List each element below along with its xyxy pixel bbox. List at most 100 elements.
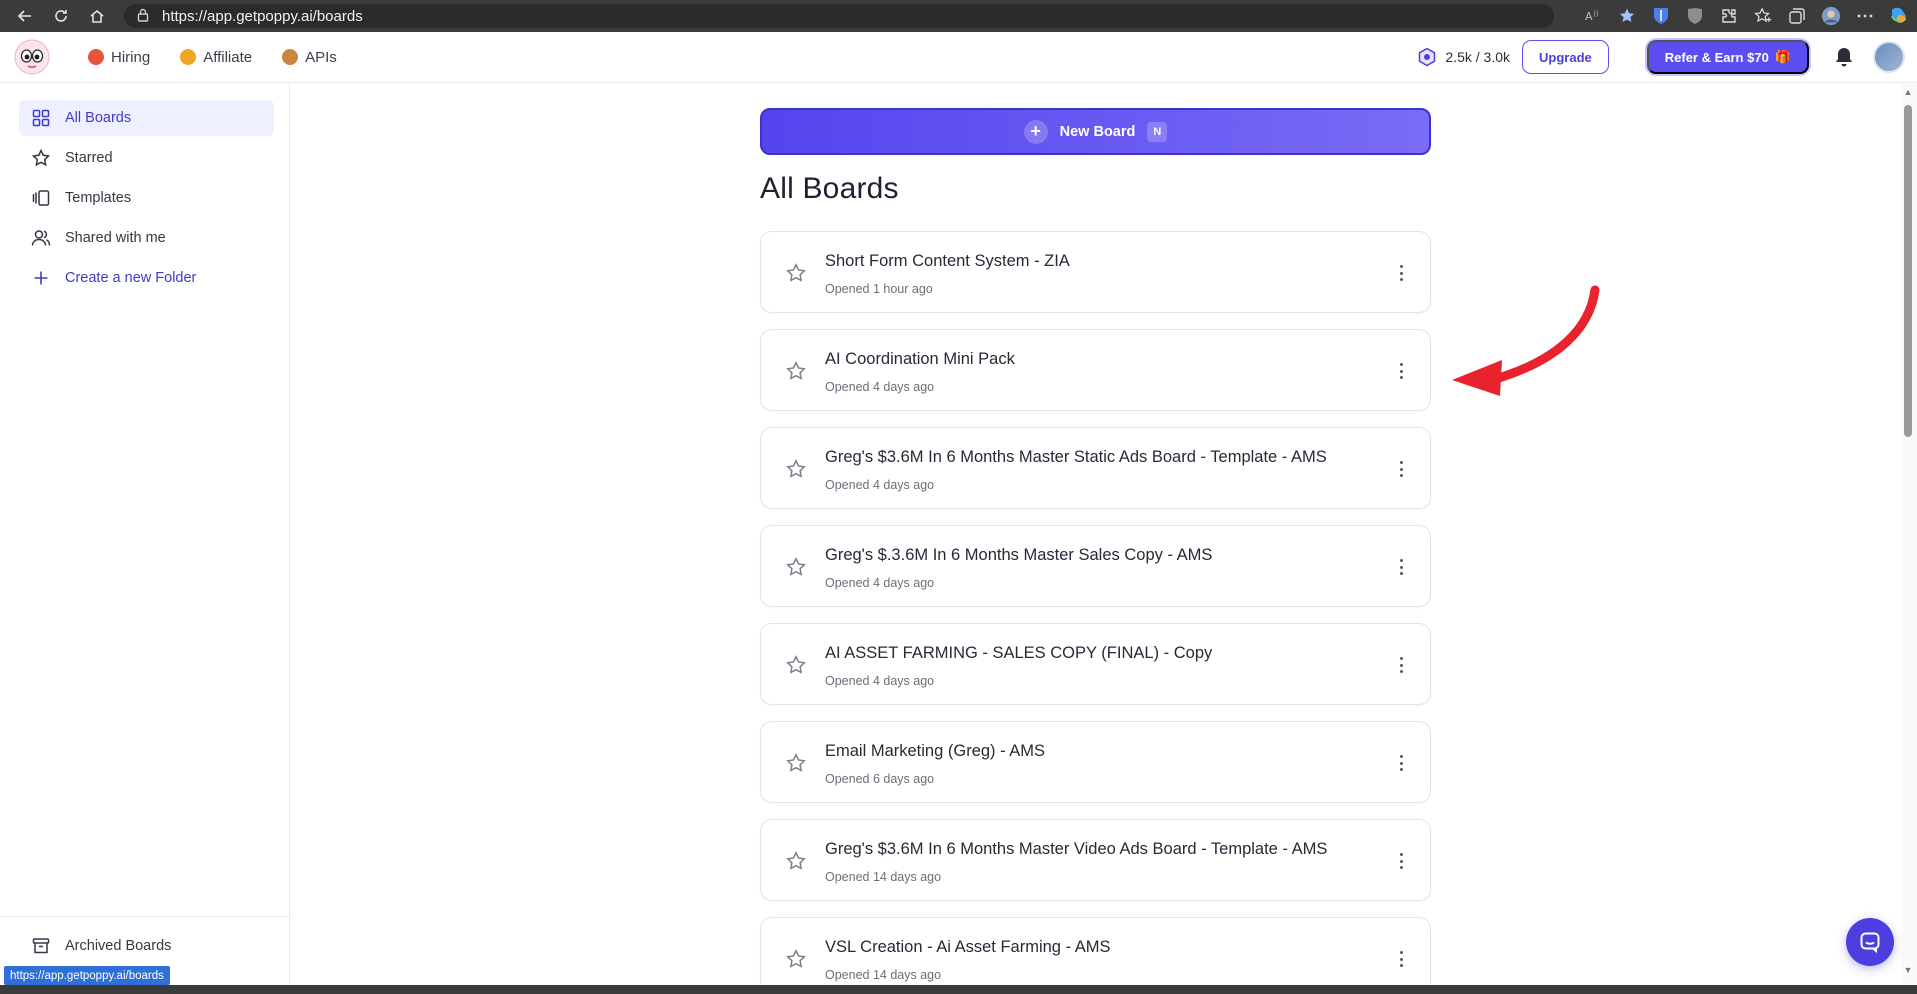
notification-bell-icon[interactable] — [1833, 46, 1855, 68]
poppy-logo-icon[interactable] — [14, 39, 50, 75]
sidebar-item-archived[interactable]: Archived Boards — [19, 928, 274, 964]
archive-icon — [32, 938, 50, 954]
gift-icon: 🎁 — [1774, 49, 1791, 64]
refresh-icon[interactable] — [50, 5, 72, 27]
shield-extension-icon[interactable] — [1685, 6, 1705, 26]
board-card[interactable]: Short Form Content System - ZIA Opened 1 … — [760, 231, 1431, 313]
board-card[interactable]: Greg's $3.6M In 6 Months Master Video Ad… — [760, 819, 1431, 901]
board-card[interactable]: Greg's $3.6M In 6 Months Master Static A… — [760, 427, 1431, 509]
refer-earn-label: Refer & Earn $70 — [1664, 49, 1769, 65]
board-opened-time: Opened 4 days ago — [825, 674, 935, 688]
board-title[interactable]: Greg's $.3.6M In 6 Months Master Sales C… — [825, 546, 1212, 565]
board-title[interactable]: Email Marketing (Greg) - AMS — [825, 742, 1045, 761]
star-icon[interactable] — [785, 948, 807, 970]
board-title[interactable]: AI ASSET FARMING - SALES COPY (FINAL) - … — [825, 644, 1212, 663]
sidebar-item-shared[interactable]: Shared with me — [19, 220, 274, 256]
board-title[interactable]: AI Coordination Mini Pack — [825, 350, 1015, 369]
star-icon[interactable] — [785, 850, 807, 872]
back-icon[interactable] — [14, 5, 36, 27]
board-opened-time: Opened 1 hour ago — [825, 282, 933, 296]
board-more-menu-icon[interactable] — [1398, 654, 1404, 676]
star-icon[interactable] — [785, 458, 807, 480]
extensions-icon[interactable] — [1719, 6, 1739, 26]
nav-hiring[interactable]: Hiring — [88, 49, 150, 66]
refer-earn-button[interactable]: Refer & Earn $70 🎁 — [1646, 40, 1809, 74]
plus-icon — [34, 271, 48, 285]
chat-support-button[interactable] — [1846, 918, 1894, 966]
board-title[interactable]: Short Form Content System - ZIA — [825, 252, 1070, 271]
sidebar-item-templates[interactable]: Templates — [19, 180, 274, 216]
board-more-menu-icon[interactable] — [1398, 948, 1404, 970]
address-bar[interactable]: https://app.getpoppy.ai/boards — [124, 4, 1554, 28]
credits-hexagon-icon — [1419, 47, 1436, 67]
header-actions: 2.5k / 3.0k Upgrade Refer & Earn $70 🎁 — [1417, 38, 1905, 76]
star-icon — [31, 148, 51, 167]
read-aloud-icon[interactable]: A)) — [1583, 6, 1603, 26]
board-more-menu-icon[interactable] — [1398, 556, 1404, 578]
star-icon[interactable] — [785, 654, 807, 676]
red-arrow-annotation — [1452, 285, 1600, 396]
sidebar-item-label: Templates — [65, 190, 132, 206]
upgrade-button[interactable]: Upgrade — [1522, 40, 1609, 74]
star-icon[interactable] — [785, 262, 807, 284]
credits-counter[interactable]: 2.5k / 3.0k — [1417, 47, 1510, 67]
favorite-star-icon[interactable] — [1617, 6, 1637, 26]
scroll-down-icon[interactable]: ▼ — [1903, 965, 1913, 975]
copilot-icon[interactable] — [1889, 6, 1909, 26]
scrollbar-thumb[interactable] — [1904, 105, 1912, 437]
board-more-menu-icon[interactable] — [1398, 752, 1404, 774]
credits-value: 2.5k / 3.0k — [1445, 49, 1511, 65]
collections-icon[interactable] — [1787, 6, 1807, 26]
page-title: All Boards — [760, 172, 899, 205]
sidebar: All Boards Starred Templates Shared with… — [0, 83, 290, 985]
new-board-button[interactable]: + New Board N — [760, 108, 1431, 155]
scroll-up-icon[interactable]: ▲ — [1903, 87, 1913, 97]
sidebar-item-label: Starred — [65, 150, 113, 166]
grid-icon — [32, 109, 50, 127]
nav-apis[interactable]: APIs — [282, 49, 337, 66]
user-avatar[interactable] — [1873, 41, 1905, 73]
hiring-emoji-icon — [88, 49, 104, 65]
status-bar-url: https://app.getpoppy.ai/boards — [4, 966, 170, 985]
more-options-icon[interactable] — [1855, 6, 1875, 26]
board-opened-time: Opened 4 days ago — [825, 576, 935, 590]
board-card[interactable]: AI ASSET FARMING - SALES COPY (FINAL) - … — [760, 623, 1431, 705]
board-card[interactable]: Email Marketing (Greg) - AMS Opened 6 day… — [760, 721, 1431, 803]
star-icon[interactable] — [785, 752, 807, 774]
create-folder-label: Create a new Folder — [65, 270, 197, 286]
lock-icon — [136, 8, 152, 24]
users-icon — [31, 230, 51, 246]
shortcut-key-badge: N — [1147, 121, 1168, 142]
star-icon[interactable] — [785, 360, 807, 382]
board-card[interactable]: VSL Creation - Ai Asset Farming - AMS Ope… — [760, 917, 1431, 994]
board-title[interactable]: VSL Creation - Ai Asset Farming - AMS — [825, 938, 1111, 957]
board-more-menu-icon[interactable] — [1398, 360, 1404, 382]
board-opened-time: Opened 14 days ago — [825, 870, 942, 884]
board-more-menu-icon[interactable] — [1398, 458, 1404, 480]
url-text: https://app.getpoppy.ai/boards — [162, 7, 363, 25]
board-more-menu-icon[interactable] — [1398, 262, 1404, 284]
plus-icon: + — [1023, 119, 1048, 144]
create-folder-link[interactable]: Create a new Folder — [19, 260, 274, 296]
sidebar-item-starred[interactable]: Starred — [19, 140, 274, 176]
board-card[interactable]: AI Coordination Mini Pack Opened 4 days a… — [760, 329, 1431, 411]
board-title[interactable]: Greg's $3.6M In 6 Months Master Video Ad… — [825, 840, 1327, 859]
browser-actions: A)) — [1583, 4, 1909, 28]
apis-emoji-icon — [282, 49, 299, 65]
board-opened-time: Opened 6 days ago — [825, 772, 935, 786]
board-card[interactable]: Greg's $.3.6M In 6 Months Master Sales C… — [760, 525, 1431, 607]
home-icon[interactable] — [86, 5, 108, 27]
affiliate-emoji-icon — [180, 49, 197, 65]
svg-text:)): )) — [1593, 10, 1599, 18]
board-more-menu-icon[interactable] — [1398, 850, 1404, 872]
sidebar-item-label: All Boards — [65, 110, 132, 126]
sidebar-item-all-boards[interactable]: All Boards — [19, 100, 274, 136]
star-icon[interactable] — [785, 556, 807, 578]
profile-icon[interactable] — [1821, 6, 1841, 26]
nav-hiring-label: Hiring — [111, 48, 151, 66]
board-title[interactable]: Greg's $3.6M In 6 Months Master Static A… — [825, 448, 1327, 467]
bitwarden-icon[interactable] — [1651, 6, 1671, 26]
favorites-icon[interactable] — [1753, 6, 1773, 26]
board-opened-time: Opened 4 days ago — [825, 380, 935, 394]
nav-affiliate[interactable]: Affiliate — [180, 49, 252, 66]
